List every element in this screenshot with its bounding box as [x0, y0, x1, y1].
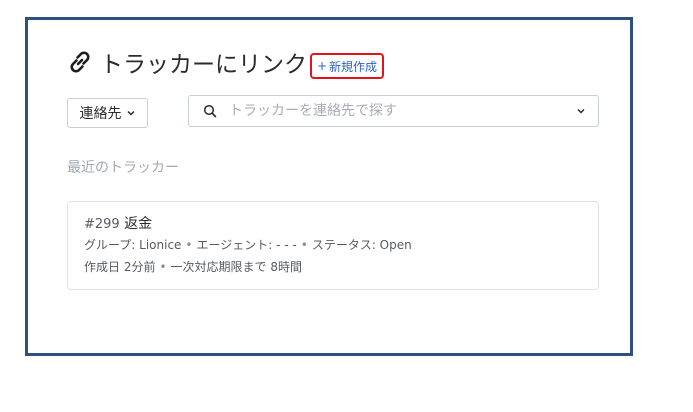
ticket-status: ステータス: Open	[311, 238, 412, 252]
tracker-search-input[interactable]	[227, 102, 571, 120]
separator-dot: •	[300, 238, 308, 252]
tracker-list-item[interactable]: #299 返金 グループ: Lionice • エージェント: - - - • ステータ…	[67, 201, 599, 290]
ticket-id: #299	[84, 217, 120, 232]
link-icon	[66, 48, 94, 76]
ticket-sla: 一次対応期限まで 8時間	[170, 260, 302, 274]
separator-dot: •	[185, 238, 193, 252]
ticket-title-line: #299 返金	[84, 214, 598, 234]
recent-trackers-heading: 最近のトラッカー	[67, 160, 179, 176]
search-icon	[203, 104, 217, 118]
page-title: トラッカーにリンク	[100, 52, 307, 78]
plus-icon: +	[316, 59, 328, 73]
ticket-time-line: 作成日 2分前 • 一次対応期限まで 8時間	[84, 256, 598, 278]
link-tracker-dialog: トラッカーにリンク + 新規作成 連絡先 最近のトラッカー #299 返金 グル…	[25, 17, 633, 356]
contact-filter-dropdown[interactable]: 連絡先	[67, 98, 148, 128]
tracker-search-field[interactable]	[188, 95, 599, 127]
chevron-down-icon	[126, 108, 136, 118]
create-new-button[interactable]: + 新規作成	[310, 53, 384, 79]
ticket-created: 作成日 2分前	[84, 260, 156, 274]
ticket-agent: エージェント: - - -	[196, 238, 297, 252]
contact-filter-label: 連絡先	[79, 106, 122, 122]
ticket-meta-line: グループ: Lionice • エージェント: - - - • ステータス: Open	[84, 234, 598, 256]
separator-dot: •	[159, 260, 167, 274]
dialog-header: トラッカーにリンク	[66, 47, 307, 78]
ticket-group: グループ: Lionice	[84, 238, 182, 252]
ticket-subject: 返金	[124, 216, 153, 232]
create-new-label: 新規作成	[329, 59, 378, 74]
chevron-down-icon[interactable]	[576, 106, 586, 116]
